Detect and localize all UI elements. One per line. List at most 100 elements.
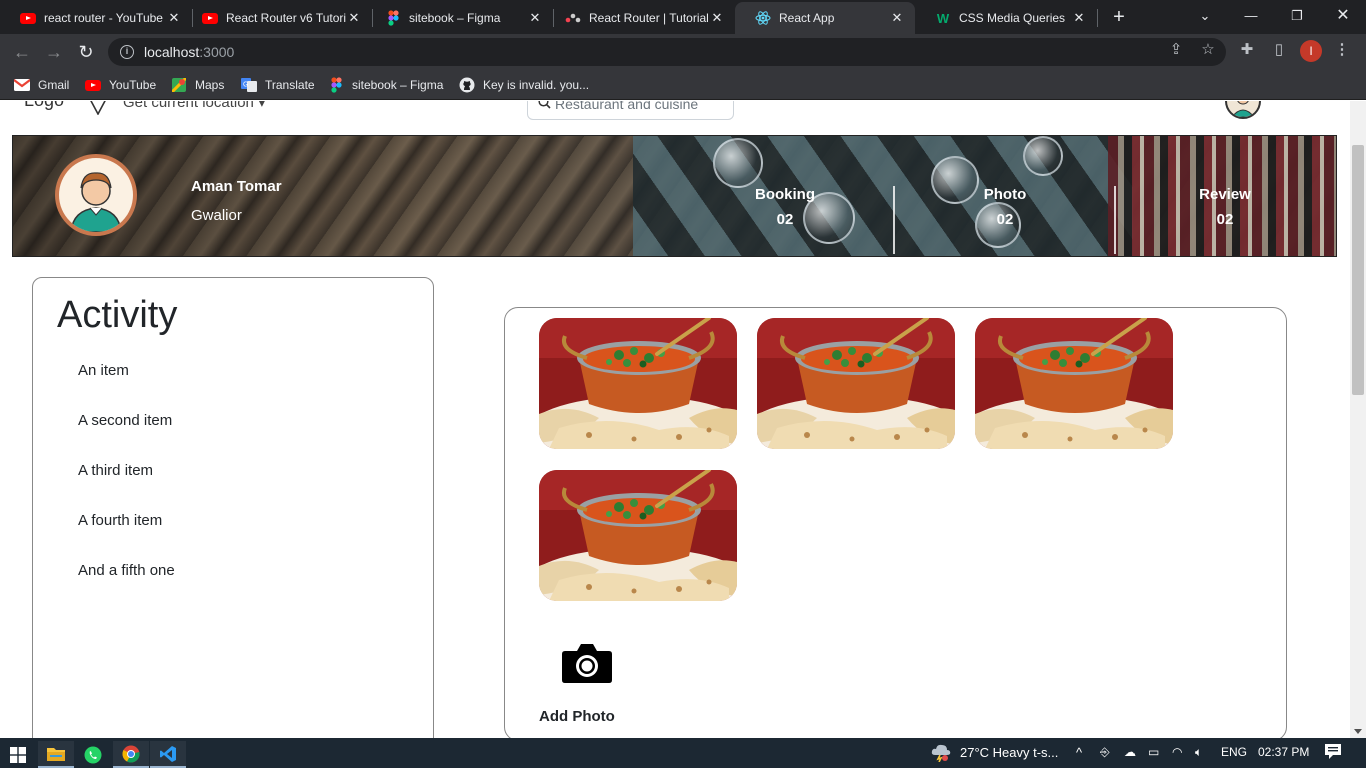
- activity-list-item[interactable]: A second item: [78, 412, 175, 462]
- activity-title: Activity: [57, 294, 178, 336]
- tab-react-app[interactable]: React App ✕: [735, 2, 915, 34]
- chrome-icon[interactable]: [113, 741, 149, 768]
- stat-booking[interactable]: Booking 02: [725, 186, 845, 228]
- profile-avatar-large: [55, 154, 137, 236]
- back-button[interactable]: ←: [10, 40, 34, 64]
- minimize-button[interactable]: —: [1237, 4, 1265, 28]
- chrome-menu-icon[interactable]: ⋮: [1332, 40, 1352, 60]
- translate-icon: G: [241, 78, 257, 92]
- figma-icon: [385, 10, 401, 26]
- weather-status[interactable]: 27°C Heavy t-s...: [960, 745, 1058, 760]
- activity-list-item[interactable]: A fourth item: [78, 512, 175, 562]
- weather-icon[interactable]: [930, 742, 952, 765]
- stat-review[interactable]: Review 02: [1165, 186, 1285, 228]
- onedrive-cloud-icon[interactable]: ☁: [1124, 745, 1136, 759]
- profile-avatar[interactable]: I: [1300, 40, 1322, 62]
- stat-label: Photo: [983, 186, 1027, 203]
- camera-icon[interactable]: [561, 642, 613, 684]
- tab-react-router-v6-tutorial[interactable]: React Router v6 Tutorial ✕: [182, 2, 372, 34]
- tab-title: CSS Media Queries: [959, 11, 1066, 25]
- gmail-icon: [14, 78, 30, 92]
- new-tab-button[interactable]: +: [1108, 6, 1130, 28]
- share-icon[interactable]: ⇪: [1166, 40, 1186, 60]
- forward-button[interactable]: →: [42, 40, 66, 64]
- tab-title: React Router v6 Tutorial: [226, 11, 346, 25]
- youtube-icon: [85, 78, 101, 92]
- restaurant-search-input[interactable]: Restaurant and cuisine: [527, 101, 734, 120]
- bookmark-github[interactable]: Key is invalid. you...: [459, 76, 589, 94]
- meet-now-icon[interactable]: ⎆: [1100, 745, 1110, 760]
- location-pin-icon[interactable]: [88, 101, 108, 120]
- svg-text:G: G: [243, 82, 248, 89]
- address-bar[interactable]: i localhost:3000: [108, 38, 1226, 66]
- w3schools-icon: W: [936, 10, 950, 26]
- bookmarks-bar: Gmail YouTube Maps G Translate sitebook …: [0, 70, 1366, 100]
- bookmark-translate[interactable]: G Translate: [241, 76, 315, 94]
- tab-sitebook-figma[interactable]: sitebook – Figma ✕: [365, 2, 553, 34]
- battery-icon[interactable]: ▭: [1148, 745, 1159, 759]
- food-photo[interactable]: [975, 318, 1173, 449]
- notification-center-icon[interactable]: [1324, 743, 1342, 763]
- bookmark-youtube[interactable]: YouTube: [85, 76, 156, 94]
- figma-icon: [328, 77, 344, 93]
- site-info-icon[interactable]: i: [120, 45, 134, 59]
- vscode-icon[interactable]: [150, 741, 186, 768]
- food-photo[interactable]: [757, 318, 955, 449]
- close-icon[interactable]: ✕: [709, 10, 725, 26]
- side-panel-icon[interactable]: ▯: [1269, 40, 1289, 60]
- reload-button[interactable]: ↻: [74, 40, 98, 64]
- tab-title: React Router | Tutorial: [589, 11, 709, 25]
- current-location-dropdown[interactable]: Get current location ▾: [123, 101, 266, 111]
- stat-label: Review: [1199, 186, 1251, 203]
- close-icon[interactable]: ✕: [346, 10, 362, 26]
- close-icon[interactable]: ✕: [889, 10, 905, 26]
- tab-react-router-tutorial[interactable]: React Router | Tutorial ✕: [545, 2, 735, 34]
- stat-divider: [1114, 186, 1116, 254]
- activity-list-item[interactable]: And a fifth one: [78, 562, 175, 612]
- activity-card: Activity An item A second item A third i…: [32, 277, 434, 738]
- windows-start-icon[interactable]: [0, 741, 36, 768]
- bookmark-maps[interactable]: Maps: [171, 76, 224, 94]
- wifi-icon[interactable]: ◠: [1172, 745, 1182, 759]
- add-photo-label[interactable]: Add Photo: [539, 708, 615, 725]
- site-logo[interactable]: Logo: [24, 101, 64, 111]
- restore-button[interactable]: ❐: [1283, 4, 1311, 28]
- site-navbar: Logo Get current location ▾ Restaurant a…: [0, 101, 1350, 135]
- url-port: :3000: [199, 44, 235, 60]
- file-explorer-icon[interactable]: [38, 741, 74, 768]
- bookmark-gmail[interactable]: Gmail: [14, 76, 69, 94]
- github-icon: [459, 77, 475, 93]
- language-indicator[interactable]: ENG: [1221, 745, 1247, 759]
- scrollbar-thumb[interactable]: [1352, 145, 1364, 395]
- close-icon[interactable]: ✕: [1071, 10, 1087, 26]
- stat-photo[interactable]: Photo 02: [945, 186, 1065, 228]
- close-window-button[interactable]: ✕: [1329, 4, 1357, 28]
- food-photo[interactable]: [539, 318, 737, 449]
- user-avatar[interactable]: [1225, 101, 1261, 119]
- tab-react-router-youtube[interactable]: react router - YouTube ✕: [0, 2, 192, 34]
- show-hidden-icons-chevron-icon[interactable]: ^: [1076, 745, 1082, 760]
- tab-css-media-queries[interactable]: W CSS Media Queries ✕: [915, 2, 1097, 34]
- whatsapp-icon[interactable]: [75, 741, 111, 768]
- stat-value: 02: [776, 211, 794, 228]
- bookmark-label: Gmail: [38, 78, 70, 92]
- volume-icon[interactable]: 🔈︎: [1195, 745, 1202, 760]
- tab-search-chevron-icon[interactable]: ⌄: [1191, 4, 1219, 28]
- activity-list-item[interactable]: A third item: [78, 462, 175, 512]
- food-photo[interactable]: [539, 470, 737, 601]
- clock[interactable]: 02:37 PM: [1258, 745, 1309, 759]
- scroll-down-arrow-icon[interactable]: [1354, 729, 1362, 734]
- bookmark-label: Translate: [265, 78, 315, 92]
- page-scrollbar[interactable]: [1350, 101, 1366, 738]
- react-icon: [755, 10, 771, 26]
- browser-tab-strip: react router - YouTube ✕ React Router v6…: [0, 0, 1366, 34]
- extensions-icon[interactable]: ✚: [1237, 40, 1257, 60]
- bookmark-star-icon[interactable]: ☆: [1198, 40, 1218, 60]
- page-viewport: Logo Get current location ▾ Restaurant a…: [0, 101, 1350, 738]
- tab-separator: [1097, 9, 1098, 27]
- activity-list-item[interactable]: An item: [78, 362, 175, 412]
- close-icon[interactable]: ✕: [527, 10, 543, 26]
- current-location-label: Get current location: [123, 101, 254, 111]
- bookmark-sitebook-figma[interactable]: sitebook – Figma: [328, 76, 443, 94]
- close-icon[interactable]: ✕: [166, 10, 182, 26]
